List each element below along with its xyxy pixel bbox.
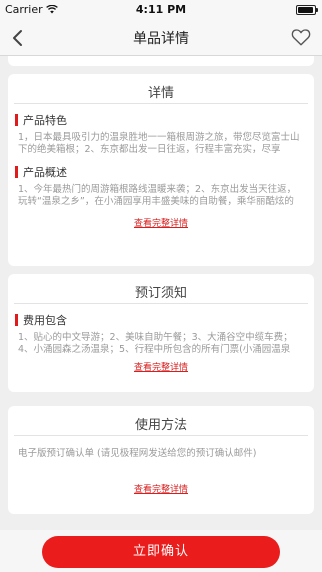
battery-level [298, 7, 314, 13]
booking-more-link[interactable]: 查看完整详情 [8, 360, 314, 373]
page-title: 单品详情 [133, 31, 189, 47]
section-marker [15, 114, 18, 126]
overview-heading: 产品概述 [15, 164, 314, 180]
overview-heading-label: 产品概述 [23, 166, 67, 179]
battery-icon [296, 5, 318, 15]
feature-heading-label: 产品特色 [23, 114, 67, 127]
details-title: 详情 [14, 74, 308, 104]
details-card: 详情 产品特色 1，日本最具吸引力的温泉胜地一一箱根周游之旅，带您尽览富士山下的… [8, 74, 314, 266]
section-marker [15, 314, 18, 326]
bottom-bar: 立即确认 [0, 530, 322, 572]
heart-outline-icon[interactable] [290, 26, 312, 48]
usage-more-link[interactable]: 查看完整详情 [8, 482, 314, 495]
feature-text: 1，日本最具吸引力的温泉胜地一一箱根周游之旅，带您尽览富士山下的绝美箱根；2、东… [18, 132, 300, 155]
details-more-link[interactable]: 查看完整详情 [8, 216, 314, 229]
booking-title: 预订须知 [14, 274, 308, 304]
feature-heading: 产品特色 [15, 112, 314, 128]
section-marker [15, 166, 18, 178]
usage-card: 使用方法 电子版预订确认单 (请见极程网发送给您的预订确认邮件) 查看完整详情 [8, 406, 314, 514]
confirm-button[interactable]: 立即确认 [42, 536, 280, 568]
booking-card: 预订须知 费用包含 1、贴心的中文导游；2、美味自助午餐；3、大涌谷空中缆车费；… [8, 274, 314, 392]
overview-text: 1、今年最热门的周游箱根路线温暖来袭；2、东京出发当天往返，玩转“温泉之乡”，在… [18, 184, 297, 207]
usage-text: 电子版预订确认单 (请见极程网发送给您的预订确认邮件) [18, 448, 257, 459]
previous-card-bottom [8, 56, 314, 66]
fee-heading-label: 费用包含 [23, 314, 67, 327]
status-bar: Carrier 4:11 PM [0, 0, 322, 20]
fee-text: 1、贴心的中文导游；2、美味自助午餐；3、大涌谷空中缆车费；4、小涌园森之汤温泉… [18, 332, 293, 355]
usage-title: 使用方法 [14, 406, 308, 436]
scroll-content[interactable]: 详情 产品特色 1，日本最具吸引力的温泉胜地一一箱根周游之旅，带您尽览富士山下的… [0, 56, 322, 530]
status-time: 4:11 PM [135, 3, 187, 16]
nav-bar: 单品详情 [0, 20, 322, 56]
fee-heading: 费用包含 [15, 312, 314, 328]
